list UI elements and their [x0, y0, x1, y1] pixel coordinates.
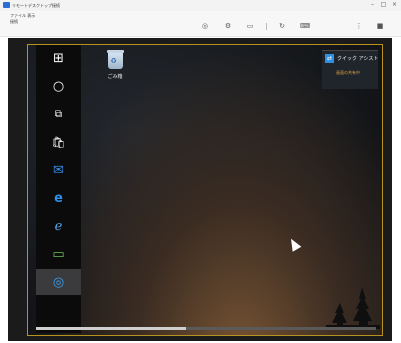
window-title: リモートデスクトップ接続: [12, 3, 60, 8]
tree-silhouette: [326, 287, 380, 329]
refresh-icon[interactable]: ↻: [278, 22, 286, 30]
app-icon: ▭: [52, 246, 65, 262]
ie-button[interactable]: ℯ: [36, 213, 81, 239]
connection-label: 接続: [10, 19, 18, 24]
minimize-button[interactable]: –: [368, 1, 377, 9]
search-icon: ○: [52, 78, 65, 94]
title-bar: リモートデスクトップ接続 – □ ×: [0, 0, 401, 11]
monitor-icon[interactable]: ▭: [246, 22, 254, 30]
search-button[interactable]: ○: [36, 73, 81, 99]
notification-title: クイック アシスト: [337, 56, 379, 62]
maximize-button[interactable]: □: [379, 1, 388, 9]
outlook-button[interactable]: ✉: [36, 157, 81, 183]
app-button[interactable]: ▭: [36, 241, 81, 267]
store-button[interactable]: 🛍: [36, 129, 81, 155]
windows-icon: ⊞: [53, 50, 64, 66]
circle-icon[interactable]: ◎: [201, 22, 209, 30]
horizontal-scrollbar[interactable]: [36, 327, 376, 330]
outlook-icon: ✉: [53, 162, 64, 178]
task-view-icon: ⧉: [54, 108, 63, 120]
more-icon[interactable]: ⋮: [355, 22, 363, 30]
toolbar-separator: [266, 23, 267, 30]
quick-assist-notification[interactable]: ⇄ クイック アシスト 画面の共有中: [322, 50, 378, 89]
app-icon: [3, 2, 10, 8]
recycle-bin-label: ごみ箱: [107, 74, 123, 80]
recycle-bin[interactable]: ♻ ごみ箱: [101, 50, 129, 80]
edge-icon: e: [54, 190, 63, 206]
close-button[interactable]: ×: [390, 1, 399, 9]
start-button[interactable]: ⊞: [36, 45, 81, 71]
store-icon: 🛍: [51, 135, 66, 149]
remote-assist-icon: ◎: [52, 274, 65, 290]
settings-icon[interactable]: ⚙: [224, 22, 232, 30]
internet-explorer-icon: ℯ: [54, 218, 63, 234]
quick-assist-icon: ⇄: [325, 54, 334, 63]
fullscreen-icon[interactable]: ■: [376, 22, 384, 30]
keyboard-icon[interactable]: ⌨: [300, 22, 310, 30]
remote-app-button[interactable]: ◎: [36, 269, 81, 295]
toolbar: ファイル 表示 接続 ◎ ⚙ ▭ ↻ ⌨ ⋮ ■: [0, 11, 401, 37]
edge-button[interactable]: e: [36, 185, 81, 211]
task-view-button[interactable]: ⧉: [36, 101, 81, 127]
recycle-bin-icon: ♻: [106, 50, 124, 69]
scrollbar-thumb[interactable]: [36, 327, 186, 330]
notification-subtitle: 画面の共有中: [336, 70, 360, 75]
remote-taskbar: ⊞ ○ ⧉ 🛍 ✉ e ℯ ▭ ◎: [36, 45, 81, 333]
